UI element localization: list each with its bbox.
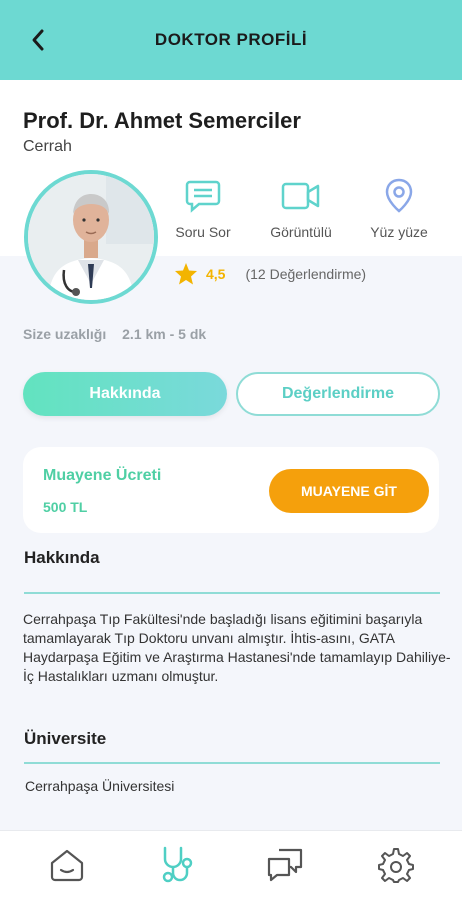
tab-reviews[interactable]: Değerlendirme bbox=[236, 372, 440, 416]
about-title: Hakkında bbox=[24, 548, 100, 567]
in-person-action[interactable]: Yüz yüze bbox=[354, 176, 444, 240]
fee-card: Muayene Ücreti 500 TL MUAYENE GİT bbox=[23, 447, 439, 533]
video-icon bbox=[281, 182, 320, 210]
avatar bbox=[24, 170, 158, 304]
university-divider bbox=[24, 762, 440, 764]
settings-icon bbox=[378, 848, 414, 883]
rating-count: (12 Değerlendirme) bbox=[245, 265, 367, 282]
arrow-left-icon bbox=[32, 29, 44, 51]
nav-doctors[interactable] bbox=[157, 845, 197, 885]
doctor-specialty: Cerrah bbox=[23, 138, 72, 155]
bottom-nav bbox=[0, 830, 462, 900]
app-header: DOKTOR PROFİLİ bbox=[0, 0, 462, 80]
about-divider bbox=[24, 592, 440, 594]
home-icon bbox=[50, 849, 84, 882]
video-call-action[interactable]: Görüntülü bbox=[256, 176, 346, 240]
nav-settings[interactable] bbox=[376, 845, 416, 885]
tab-about[interactable]: Hakkında bbox=[23, 372, 227, 416]
stethoscope-icon bbox=[162, 846, 193, 883]
university-value: Cerrahpaşa Üniversitesi bbox=[25, 778, 175, 794]
university-title: Üniversite bbox=[24, 729, 107, 748]
page-title: DOKTOR PROFİLİ bbox=[154, 30, 308, 49]
nav-messages[interactable] bbox=[265, 845, 305, 885]
ask-question-label: Soru Sor bbox=[175, 224, 231, 240]
nav-home[interactable] bbox=[47, 845, 87, 885]
location-pin-icon bbox=[385, 178, 413, 213]
back-button[interactable] bbox=[24, 26, 52, 54]
ask-question-action[interactable]: Soru Sor bbox=[158, 176, 248, 240]
go-examination-button[interactable]: MUAYENE GİT bbox=[269, 469, 429, 513]
fee-title: Muayene Ücreti bbox=[43, 467, 162, 484]
chat-icon bbox=[185, 180, 221, 213]
messages-icon bbox=[267, 848, 303, 882]
distance-info: Size uzaklığı 2.1 km - 5 dk bbox=[23, 326, 206, 342]
fee-amount: 500 TL bbox=[43, 499, 88, 515]
doctor-name: Prof. Dr. Ahmet Semerciler bbox=[23, 108, 301, 133]
rating-value: 4,5 bbox=[206, 265, 226, 282]
video-call-label: Görüntülü bbox=[270, 224, 332, 240]
about-text: Cerrahpaşa Tıp Fakültesi'nde başladığı l… bbox=[23, 611, 451, 684]
in-person-label: Yüz yüze bbox=[370, 224, 428, 240]
distance-value: 2.1 km - 5 dk bbox=[122, 326, 207, 342]
distance-label: Size uzaklığı bbox=[23, 326, 107, 342]
star-icon bbox=[175, 263, 197, 285]
doctor-photo bbox=[28, 174, 154, 300]
rating: 4,5 (12 Değerlendirme) bbox=[174, 262, 366, 285]
